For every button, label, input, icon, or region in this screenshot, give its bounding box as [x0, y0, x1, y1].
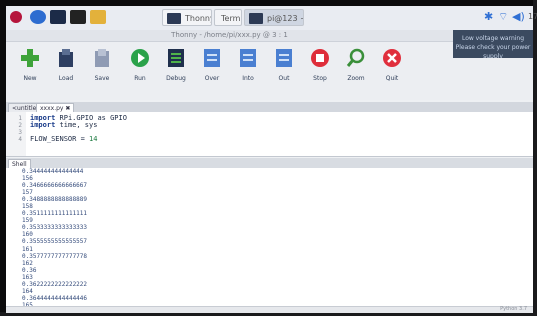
- shell-output-line: 161: [22, 245, 33, 253]
- window-title: Thonny - /home/pi/xxx.py @ 3 : 1: [6, 30, 453, 42]
- quit-button[interactable]: Quit: [372, 42, 412, 100]
- tab-shell[interactable]: Shell: [8, 159, 31, 168]
- step-over-button[interactable]: Over: [192, 42, 232, 100]
- run-button[interactable]: Run: [120, 42, 160, 100]
- line-number: 2: [18, 122, 22, 129]
- shell-output-line: 0.3644444444444446: [22, 294, 88, 302]
- step-into-button[interactable]: Into: [228, 42, 268, 100]
- step-out-icon: [276, 49, 292, 67]
- folder-icon[interactable]: [90, 10, 106, 24]
- taskbar-thonny-button[interactable]: Thonny: [162, 9, 212, 26]
- thonny-app-icon: [167, 13, 181, 24]
- step-over-icon: [204, 49, 220, 67]
- zoom-icon: [346, 48, 365, 67]
- shell-output-line: 0.3466666666666667: [22, 182, 88, 190]
- shell-output-line: 156: [22, 175, 33, 183]
- line-number: 3: [18, 129, 22, 136]
- screen-bezel-right: [533, 0, 537, 316]
- taskbar: Thonny Terminal pi@123 ~ ✱ ⌔ ◀) 17:: [6, 6, 537, 31]
- code-line: import time, sys: [30, 121, 98, 129]
- status-bar: Python 3.7: [6, 306, 533, 313]
- tab-script[interactable]: xxxx.py ✖: [36, 103, 75, 112]
- notification-body: Please check your power supply: [455, 44, 531, 58]
- browser-icon[interactable]: [30, 10, 46, 24]
- run-icon: [131, 49, 149, 67]
- line-number: 4: [18, 136, 22, 143]
- raspberry-menu-icon[interactable]: [10, 11, 22, 23]
- terminal-icon[interactable]: [70, 10, 86, 24]
- shell-output-line: 157: [22, 189, 33, 197]
- bluetooth-icon[interactable]: ✱: [484, 10, 493, 24]
- shell-output-line: 0.3622222222222222: [22, 280, 88, 288]
- shell-tab-bar: Shell: [6, 158, 533, 168]
- stop-button[interactable]: Stop: [300, 42, 340, 100]
- line-number-gutter: 1 2 3 4: [6, 112, 26, 156]
- file-manager-icon[interactable]: [50, 10, 66, 24]
- volume-icon[interactable]: ◀): [512, 10, 525, 24]
- notification-title: Low voltage warning: [461, 35, 525, 42]
- code-line: FLOW_SENSOR = 14: [30, 135, 98, 143]
- taskbar-terminal-button[interactable]: Terminal: [214, 9, 242, 26]
- shell-output[interactable]: 0.344444444444444 156 0.3466666666666667 15…: [6, 168, 533, 306]
- thonny-window: Thonny - /home/pi/xxx.py @ 3 : 1 New Loa…: [6, 30, 533, 313]
- plus-icon: [21, 49, 39, 67]
- editor-tab-bar: <untitled> ✖ xxxx.py ✖: [6, 102, 533, 112]
- step-into-icon: [240, 49, 256, 67]
- shell-output-line: 160: [22, 231, 33, 239]
- shell-output-line: 0.3488888888888889: [22, 196, 88, 204]
- shell-output-line: 159: [22, 217, 33, 225]
- taskbar-ssh-button[interactable]: pi@123 ~: [244, 9, 304, 26]
- debug-icon: [168, 49, 184, 67]
- shell-output-line: 0.36: [22, 266, 37, 274]
- save-button[interactable]: Save: [82, 42, 122, 100]
- clock[interactable]: 17:: [528, 10, 537, 24]
- shell-output-line: 0.344444444444444: [22, 168, 84, 175]
- line-number: 1: [18, 115, 22, 122]
- wifi-icon[interactable]: ⌔: [498, 10, 508, 24]
- low-voltage-notification[interactable]: Low voltage warning Please check your po…: [453, 30, 533, 58]
- shell-output-line: 0.3533333333333333: [22, 224, 88, 232]
- zoom-button[interactable]: Zoom: [336, 42, 376, 100]
- interpreter-label[interactable]: Python 3.7: [500, 306, 527, 312]
- shell-output-line: 158: [22, 203, 33, 211]
- save-icon: [95, 49, 109, 67]
- terminal-app-icon: [249, 13, 263, 24]
- step-out-button[interactable]: Out: [264, 42, 304, 100]
- quit-icon: [383, 49, 401, 67]
- shell-output-line: 0.3511111111111111: [22, 210, 88, 218]
- stop-icon: [311, 49, 329, 67]
- load-button[interactable]: Load: [46, 42, 86, 100]
- shell-output-line: 0.3577777777777778: [22, 252, 88, 260]
- shell-output-line: 162: [22, 259, 33, 267]
- shell-output-line: 164: [22, 287, 33, 295]
- shell-output-line: 163: [22, 273, 33, 281]
- new-button[interactable]: New: [10, 42, 50, 100]
- code-editor[interactable]: 1 2 3 4 import RPi.GPIO as GPIO import t…: [6, 112, 533, 157]
- shell-output-line: 0.3555555555555557: [22, 238, 88, 246]
- load-icon: [59, 49, 73, 67]
- debug-button[interactable]: Debug: [156, 42, 196, 100]
